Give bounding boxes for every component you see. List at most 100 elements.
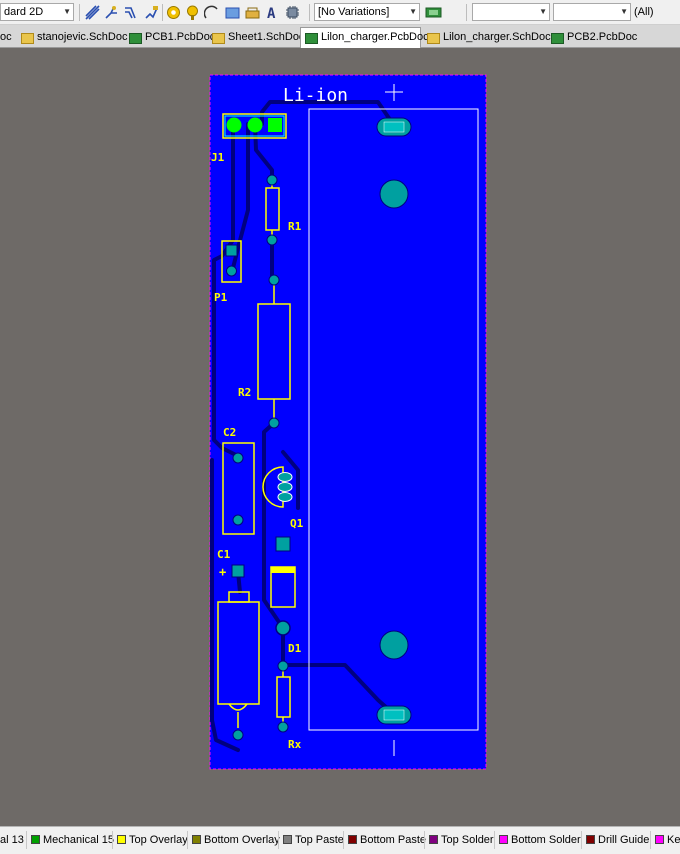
svg-text:A: A [267,6,276,20]
interactive-length-icon[interactable] [144,5,159,20]
filter-select-1[interactable]: ▼ [472,3,550,21]
layer-tab-bottom-solder[interactable]: Bottom Solder [499,833,581,847]
tab-pcb2-pcbdoc[interactable]: PCB2.PcbDoc [547,28,637,47]
tab-label: Lilon_charger.PcbDoc [321,31,429,43]
layer-tab-label: Top Solder [441,834,494,846]
r1-pad [266,174,278,186]
layer-divider [650,831,651,849]
pcb-editor-canvas[interactable]: Li-ion J1 R1 P1 R2 C2 Q1 C1 + D1 Rx [0,48,680,826]
layer-color-swatch [348,835,357,844]
tab-label: oc [0,31,12,43]
j1-pad-3 [268,118,282,132]
place-string-icon[interactable]: A [265,5,280,20]
layer-tab-label: Drill Guide [598,834,650,846]
c2-pad [232,452,244,464]
layer-tab-bottom-overlay[interactable]: Bottom Overlay [192,833,280,847]
tab-doc-0[interactable]: oc [0,28,16,47]
c1-square-pad [231,564,245,578]
layer-color-swatch [283,835,292,844]
label-rx: Rx [288,738,302,751]
layer-tab-label: al 13 [0,834,24,846]
layer-tab-bottom-paste[interactable]: Bottom Paste [348,833,426,847]
layer-color-swatch [117,835,126,844]
route-multiple-icon[interactable] [104,5,119,20]
layer-color-swatch [586,835,595,844]
r2-pad [268,274,280,286]
pcb-doc-icon [551,33,564,44]
toolbar-separator [309,4,310,21]
layer-tab-mechanical-13[interactable]: al 13 [0,833,24,847]
variations-value: [No Variations] [318,6,390,18]
d1-cathode-band [271,567,295,573]
label-r2: R2 [238,386,251,399]
layer-tab-top-overlay[interactable]: Top Overlay [117,833,188,847]
c2-pad [232,514,244,526]
toolbar-separator [466,4,467,21]
tab-pcb1-pcbdoc[interactable]: PCB1.PcbDoc [125,28,215,47]
layer-tab-keepout[interactable]: Ke [655,833,680,847]
tab-label: Sheet1.SchDoc [228,31,305,43]
interactive-route-icon[interactable] [85,5,100,20]
tab-lilon-charger-pcbdoc[interactable]: Lilon_charger.PcbDoc [300,27,429,48]
layer-color-swatch [499,835,508,844]
differential-pair-icon[interactable] [124,5,139,20]
p1-pad-1 [225,244,238,257]
tab-stanojevic-schdoc[interactable]: stanojevic.SchDoc [17,28,128,47]
schematic-doc-icon [21,33,34,44]
layer-color-swatch [429,835,438,844]
board-outline [210,75,486,769]
chevron-down-icon: ▼ [63,7,71,16]
tab-label: stanojevic.SchDoc [37,31,128,43]
label-r1: R1 [288,220,302,233]
mounting-hole-bottom [379,630,409,660]
document-tabs: oc stanojevic.SchDoc PCB1.PcbDoc Sheet1.… [0,25,680,48]
layer-tab-drill-guide[interactable]: Drill Guide [586,833,649,847]
label-c1-plus: + [219,565,226,579]
place-polygon-icon[interactable] [245,5,260,20]
schematic-doc-icon [427,33,440,44]
layer-divider [343,831,344,849]
q1-pad [277,472,293,482]
filter-select-2[interactable]: ▼ [553,3,631,21]
chevron-down-icon: ▼ [620,7,628,16]
pcb-toolbar: dard 2D ▼ A [No Variations] ▼ ▼ ▼ (All) [0,0,680,25]
layer-tab-mechanical-15[interactable]: Mechanical 15 [31,833,114,847]
layer-tab-label: Mechanical 15 [43,834,114,846]
d1-square-pad [275,536,291,552]
layer-divider [424,831,425,849]
tab-lilon-charger-schdoc[interactable]: Lilon_charger.SchDoc [423,28,551,47]
tab-sheet1-schdoc[interactable]: Sheet1.SchDoc [208,28,304,47]
toolbar-separator [162,4,163,21]
r1-pad [266,234,278,246]
schematic-doc-icon [212,33,225,44]
label-q1: Q1 [290,517,304,530]
label-j1: J1 [211,151,225,164]
view-mode-select[interactable]: dard 2D ▼ [0,3,74,21]
q1-pad [277,482,293,492]
chevron-down-icon: ▼ [409,7,417,16]
place-arc-icon[interactable] [204,5,219,20]
layer-tab-top-solder[interactable]: Top Solder [429,833,494,847]
place-fill-icon[interactable] [225,5,240,20]
mounting-hole-top [379,179,409,209]
j1-pad-1 [226,117,242,133]
layer-tab-label: Bottom Paste [360,834,427,846]
tab-label: PCB2.PcbDoc [567,31,638,43]
layer-divider [581,831,582,849]
pcb-doc-icon [305,33,318,44]
place-component-icon[interactable] [285,5,300,20]
label-c2: C2 [223,426,236,439]
place-via-icon[interactable] [185,5,200,20]
layer-tab-label: Top Paste [295,834,344,846]
board-view-icon[interactable] [425,5,442,20]
variations-select[interactable]: [No Variations] ▼ [314,3,420,21]
battery-pad-plus-hole [383,121,405,133]
tab-label: Lilon_charger.SchDoc [443,31,551,43]
pcb-board-drawing[interactable]: Li-ion J1 R1 P1 R2 C2 Q1 C1 + D1 Rx [0,48,680,826]
label-d1: D1 [288,642,302,655]
layer-tab-top-paste[interactable]: Top Paste [283,833,344,847]
filter-all-label[interactable]: (All) [634,6,654,18]
layer-color-swatch [655,835,664,844]
place-pad-icon[interactable] [166,5,181,20]
chevron-down-icon: ▼ [539,7,547,16]
